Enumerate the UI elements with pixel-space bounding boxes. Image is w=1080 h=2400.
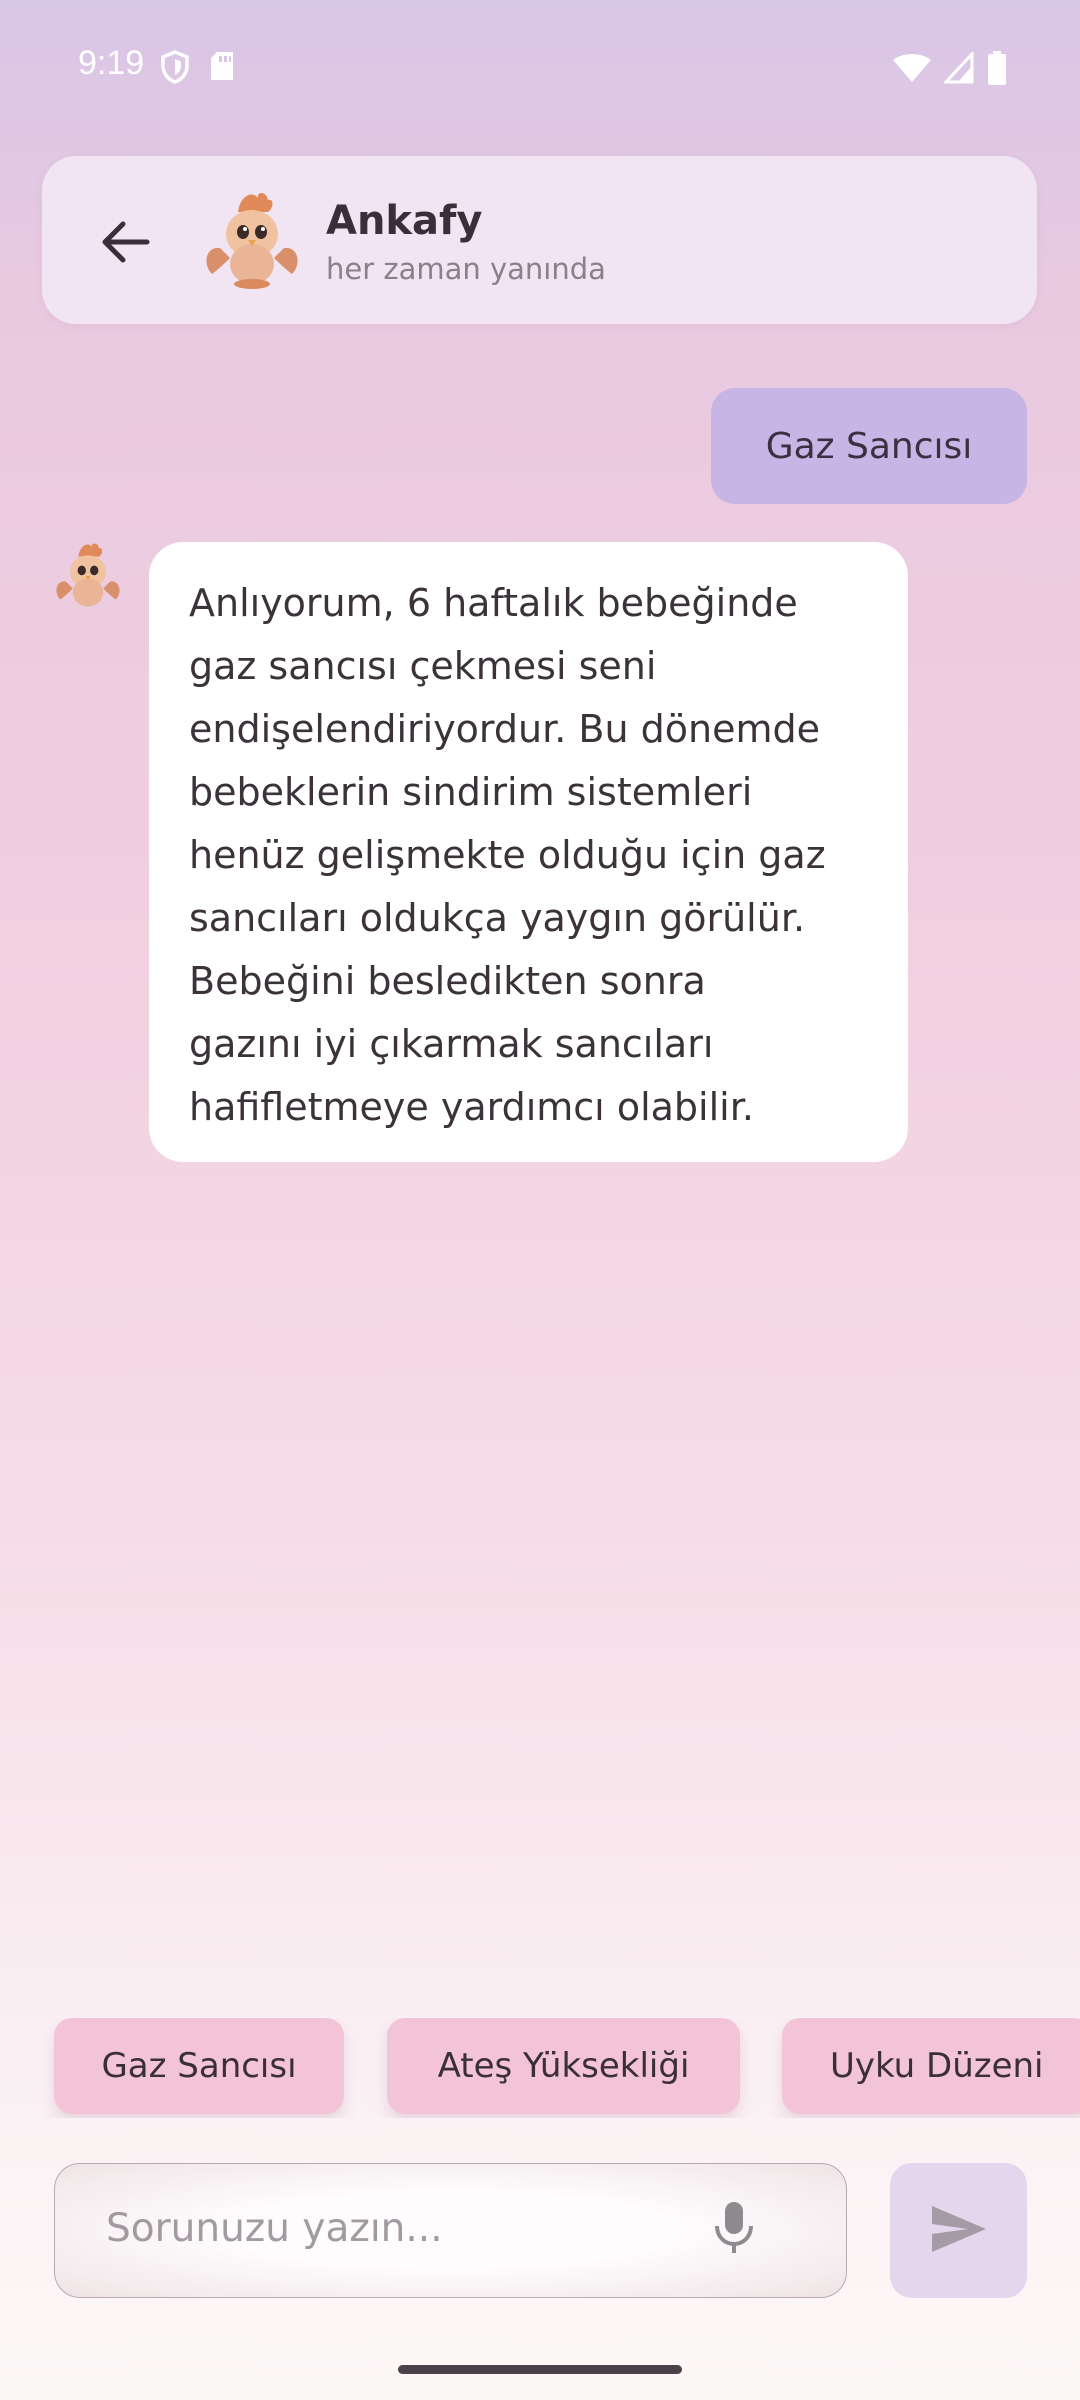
send-button[interactable] [890, 2163, 1027, 2298]
phoenix-chick-mascot-icon [56, 543, 120, 607]
home-indicator[interactable] [398, 2365, 682, 2374]
status-icons-left [160, 50, 236, 88]
status-time: 9:19 [78, 44, 145, 82]
shield-icon [160, 50, 190, 88]
bot-message-line: hafifletmeye yardımcı olabilir. [189, 1085, 754, 1129]
bot-message-line: gazını iyi çıkarmak sancıları [189, 1022, 714, 1066]
quick-reply-chip[interactable]: Gaz Sancısı [54, 2018, 344, 2114]
bot-message-bubble: Anlıyorum, 6 haftalık bebeğinde gaz sanc… [149, 542, 908, 1162]
signal-icon [942, 50, 974, 88]
quick-reply-chip[interactable]: Uyku Düzeni [782, 2018, 1080, 2114]
bot-message-line: Bebeğini besledikten sonra [189, 959, 706, 1003]
arrow-left-icon [101, 220, 151, 268]
microphone-icon [712, 2200, 756, 2260]
bot-message-line: sancıları oldukça yaygın görülür. [189, 896, 806, 940]
bot-message-line: bebeklerin sindirim sistemleri [189, 770, 753, 814]
chat-subtitle: her zaman yanında [326, 252, 606, 286]
wifi-icon [892, 52, 932, 88]
battery-icon [986, 50, 1008, 90]
phoenix-chick-mascot-icon [206, 193, 298, 289]
header-avatar [200, 188, 304, 292]
bot-message-line: henüz gelişmekte olduğu için gaz [189, 833, 826, 877]
quick-reply-chip[interactable]: Ateş Yüksekliği [387, 2018, 740, 2114]
chat-header [42, 156, 1037, 324]
back-button[interactable] [92, 210, 160, 278]
mic-button[interactable] [706, 2198, 762, 2262]
quick-replies: Gaz Sancısı Ateş Yüksekliği Uyku Düzeni [0, 2018, 1080, 2118]
bot-message-line: Anlıyorum, 6 haftalık bebeğinde [189, 581, 798, 625]
status-bar: 9:19 [0, 0, 1080, 130]
user-message-bubble: Gaz Sancısı [711, 388, 1027, 504]
bot-avatar [52, 540, 124, 612]
message-input-placeholder: Sorunuzu yazın... [106, 2206, 443, 2251]
bot-message-line: endişelendiriyordur. Bu dönemde [189, 707, 820, 751]
status-icons-right [892, 50, 1008, 90]
bot-message-line: gaz sancısı çekmesi seni [189, 644, 657, 688]
send-icon [930, 2204, 988, 2258]
chat-title: Ankafy [326, 198, 483, 244]
sd-card-icon [208, 50, 236, 88]
